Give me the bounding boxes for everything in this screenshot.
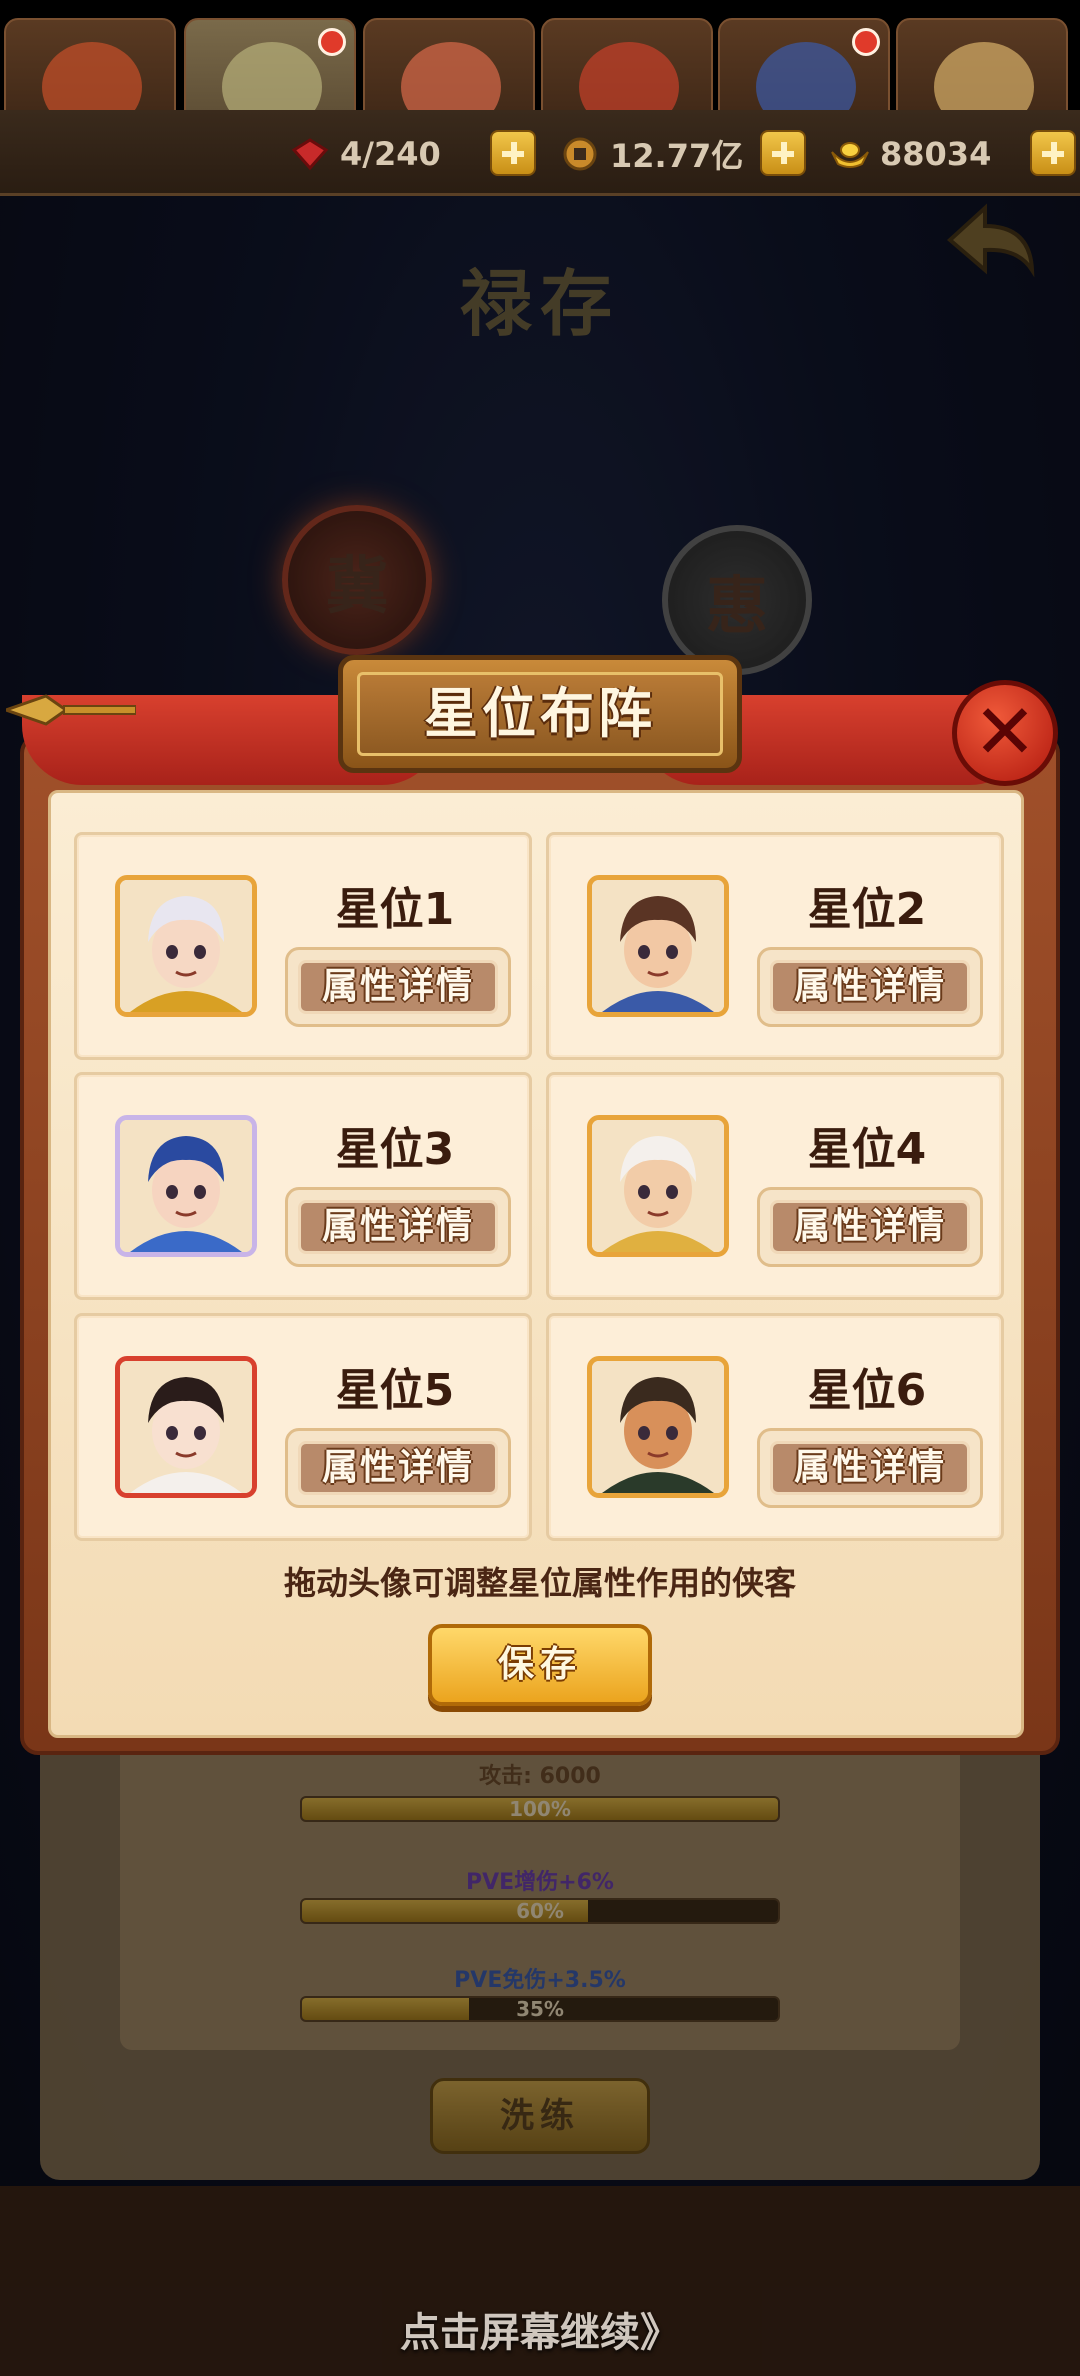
resource-bar: 4/240 12.77亿 88034 [0, 110, 1080, 196]
add-coins-button[interactable] [760, 130, 806, 176]
attribute-detail-button-1[interactable]: 属性详情 [285, 947, 511, 1027]
attribute-detail-label-1: 属性详情 [321, 966, 474, 1007]
hero-avatar-5[interactable] [115, 1356, 257, 1498]
coins-resource: 12.77亿 [560, 132, 743, 176]
star-slot-5-title: 星位5 [335, 1365, 455, 1416]
stamina-value: 4/240 [340, 135, 441, 173]
hero-portrait [120, 1120, 252, 1252]
attribute-detail-label-2: 属性详情 [793, 966, 946, 1007]
attribute-detail-button-2[interactable]: 属性详情 [757, 947, 983, 1027]
hero-avatar-3[interactable] [115, 1115, 257, 1257]
hero-portrait [120, 1361, 252, 1493]
star-slot-3: 星位3 属性详情 [74, 1072, 532, 1300]
attribute-detail-button-6[interactable]: 属性详情 [757, 1428, 983, 1508]
hero-avatar-2[interactable] [587, 875, 729, 1017]
save-button[interactable]: 保存 [428, 1624, 652, 1706]
close-button[interactable]: ✕ [952, 680, 1058, 786]
drag-hint-text: 拖动头像可调整星位属性作用的侠客 [283, 1564, 796, 1602]
attribute-detail-button-3[interactable]: 属性详情 [285, 1187, 511, 1267]
stamina-resource: 4/240 [290, 132, 441, 176]
hero-avatar-6[interactable] [587, 1356, 729, 1498]
add-stamina-button[interactable] [490, 130, 536, 176]
tap-to-continue-text[interactable]: 点击屏幕继续》 [0, 2300, 1080, 2358]
attribute-detail-label-3: 属性详情 [321, 1206, 474, 1247]
hero-portrait [592, 880, 724, 1012]
stamina-icon [291, 138, 329, 171]
close-icon: ✕ [973, 687, 1037, 776]
add-gold-button[interactable] [1030, 130, 1076, 176]
save-button-label: 保存 [497, 1644, 582, 1685]
dialog-title: 星位布阵 [424, 682, 656, 745]
star-slot-1-title: 星位1 [335, 884, 455, 935]
hero-avatar-4[interactable] [587, 1115, 729, 1257]
notification-dot [318, 28, 346, 56]
gold-resource: 88034 [830, 132, 991, 176]
star-slot-2: 星位2 属性详情 [546, 832, 1004, 1060]
star-slot-2-title: 星位2 [807, 884, 927, 935]
coins-value: 12.77亿 [610, 137, 744, 175]
hero-portrait [592, 1120, 724, 1252]
star-slot-5: 星位5 属性详情 [74, 1313, 532, 1541]
gold-value: 88034 [880, 135, 992, 173]
notification-dot [852, 28, 880, 56]
attribute-detail-label-6: 属性详情 [793, 1447, 946, 1488]
star-slot-6-title: 星位6 [807, 1365, 927, 1416]
hero-avatar-1[interactable] [115, 875, 257, 1017]
attribute-detail-label-4: 属性详情 [793, 1206, 946, 1247]
coin-icon [563, 137, 597, 171]
star-slot-3-title: 星位3 [335, 1124, 455, 1175]
star-slot-6: 星位6 属性详情 [546, 1313, 1004, 1541]
star-slot-1: 星位1 属性详情 [74, 832, 532, 1060]
attribute-detail-button-5[interactable]: 属性详情 [285, 1428, 511, 1508]
gold-ingot-icon [831, 142, 869, 168]
attribute-detail-button-4[interactable]: 属性详情 [757, 1187, 983, 1267]
attribute-detail-label-5: 属性详情 [321, 1447, 474, 1488]
hero-portrait [592, 1361, 724, 1493]
hero-portrait [120, 880, 252, 1012]
star-slot-4: 星位4 属性详情 [546, 1072, 1004, 1300]
spear-icon [6, 694, 136, 726]
star-slot-4-title: 星位4 [807, 1124, 927, 1175]
